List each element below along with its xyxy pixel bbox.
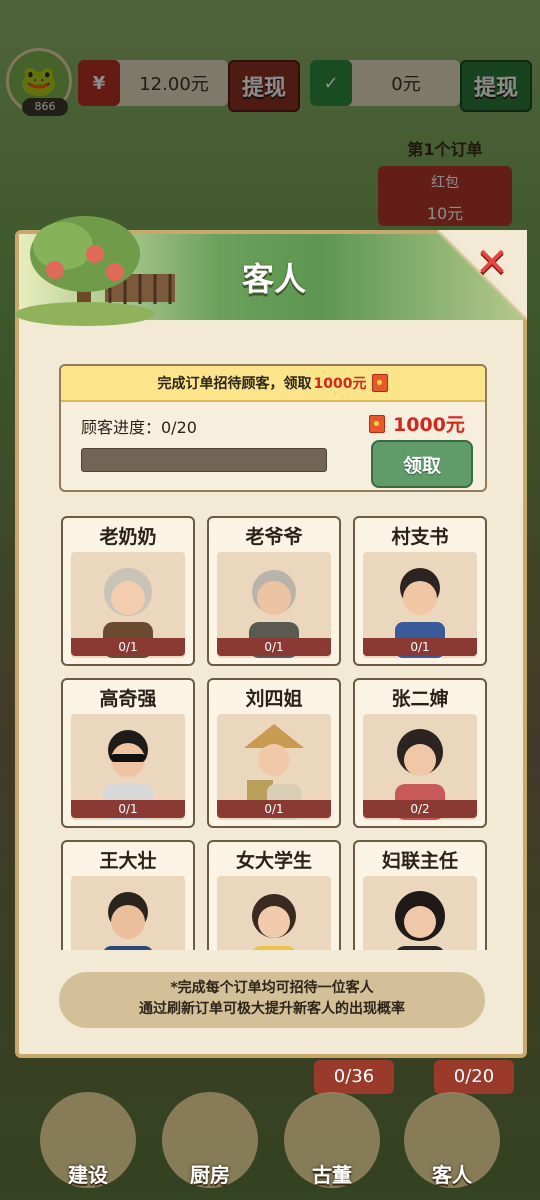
guest-card[interactable]: 王大壮 (61, 840, 195, 950)
guest-name: 王大壮 (99, 850, 157, 872)
guest-count: 0/2 (363, 800, 477, 818)
guest-card[interactable]: 村支书 0/1 (353, 516, 487, 666)
guest-name: 刘四姐 (245, 688, 303, 710)
female-student-portrait (217, 876, 331, 950)
nav-kitchen[interactable]: 厨房 (162, 1092, 258, 1188)
progress-bar (81, 448, 327, 472)
guest-count: 0/1 (71, 638, 185, 656)
guest-grid: 老奶奶 0/1 老爷爷 0/1 村支书 0/1 高奇强 0/1 刘四姐 0/1 … (59, 516, 489, 950)
info-note: *完成每个订单均可招待一位客人 通过刷新订单可极大提升新客人的出现概率 (59, 972, 485, 1028)
guest-count: 0/1 (217, 638, 331, 656)
guest-card[interactable]: 老奶奶 0/1 (61, 516, 195, 666)
guest-card[interactable]: 老爷爷 0/1 (207, 516, 341, 666)
guest-card[interactable]: 女大学生 (207, 840, 341, 950)
reward-amount: 1000元 (369, 410, 465, 437)
red-packet-icon (369, 414, 385, 433)
guest-card[interactable]: 张二婶 0/2 (353, 678, 487, 828)
guest-name: 老爷爷 (245, 526, 303, 548)
banner-amount: 1000元 (313, 376, 367, 392)
apple-tree-icon (15, 216, 175, 326)
bottom-nav: 建设 厨房 0/36 古董 0/20 客人 (0, 1060, 540, 1200)
nav-kitchen-label: 厨房 (190, 1163, 230, 1187)
guest-name: 老奶奶 (99, 526, 157, 548)
guests-modal: 客人 ✕ 完成订单招待顾客，领取 1000元 顾客进度：0/20 1000元 领… (15, 216, 527, 1058)
guest-card[interactable]: 高奇强 0/1 (61, 678, 195, 828)
guest-card[interactable]: 妇联主任 (353, 840, 487, 950)
red-packet-icon (372, 374, 389, 392)
nav-antique-label: 古董 (312, 1163, 352, 1187)
progress-panel: 完成订单招待顾客，领取 1000元 顾客进度：0/20 1000元 领取 (59, 364, 487, 492)
guest-name: 张二婶 (391, 688, 449, 710)
guest-name: 女大学生 (235, 850, 312, 872)
guest-name: 妇联主任 (381, 850, 458, 872)
nav-guests[interactable]: 客人 (404, 1092, 500, 1188)
womens-federation-director-portrait (363, 876, 477, 950)
banner-text: 完成订单招待顾客，领取 (157, 376, 312, 392)
close-icon[interactable]: ✕ (475, 243, 509, 283)
guest-count: 0/1 (217, 800, 331, 818)
antique-badge: 0/36 (314, 1060, 394, 1094)
nav-build[interactable]: 建设 (40, 1092, 136, 1188)
guest-count: 0/1 (363, 638, 477, 656)
claim-button[interactable]: 领取 (371, 440, 473, 488)
guest-name: 村支书 (391, 526, 449, 548)
nav-guests-label: 客人 (432, 1163, 472, 1187)
modal-title: 客人 (241, 260, 306, 298)
note-line-1: *完成每个订单均可招待一位客人 (170, 980, 374, 996)
reward-value: 1000元 (393, 414, 465, 436)
guest-count: 0/1 (71, 800, 185, 818)
note-line-2: 通过刷新订单可极大提升新客人的出现概率 (139, 1001, 405, 1017)
guests-badge: 0/20 (434, 1060, 514, 1094)
nav-build-label: 建设 (68, 1163, 108, 1187)
progress-banner: 完成订单招待顾客，领取 1000元 (61, 366, 485, 402)
wang-dazhuang-portrait (71, 876, 185, 950)
progress-label: 顾客进度：0/20 (81, 418, 197, 437)
guest-card[interactable]: 刘四姐 0/1 (207, 678, 341, 828)
guest-name: 高奇强 (99, 688, 157, 710)
nav-antique[interactable]: 古董 (284, 1092, 380, 1188)
